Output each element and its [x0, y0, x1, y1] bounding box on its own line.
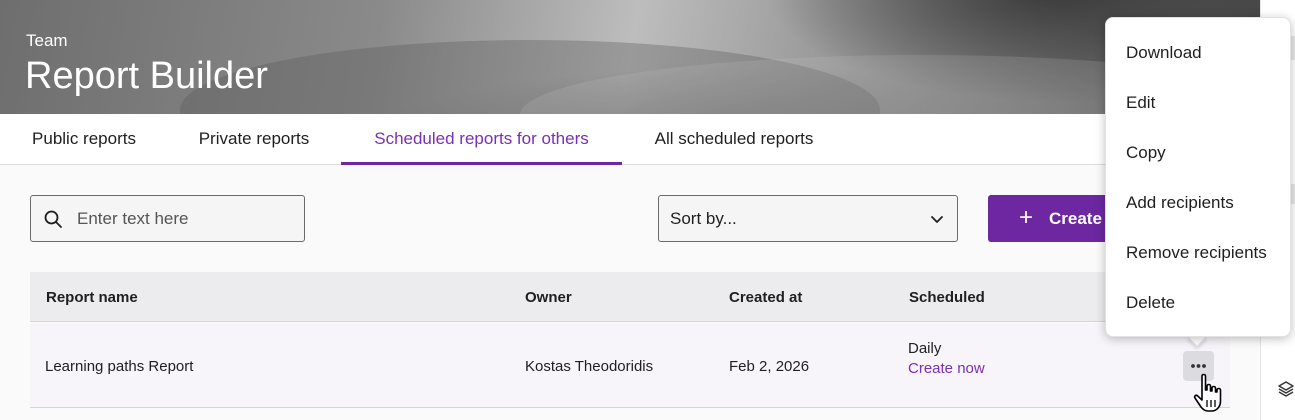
page-title: Report Builder: [25, 55, 268, 97]
column-header-created-at[interactable]: Created at: [729, 289, 802, 306]
column-header-scheduled[interactable]: Scheduled: [909, 289, 985, 306]
plus-icon: +: [1019, 204, 1034, 231]
cell-report-name: Learning paths Report: [45, 358, 194, 375]
table-row: Learning paths Report Kostas Theodoridis…: [30, 323, 1230, 408]
layers-icon[interactable]: [1277, 380, 1295, 398]
menu-item-copy[interactable]: Copy: [1126, 143, 1166, 163]
sort-select-value: Sort by...: [670, 209, 737, 228]
team-label: Team: [26, 31, 68, 50]
tab-private-reports[interactable]: Private reports: [183, 114, 325, 164]
menu-item-delete[interactable]: Delete: [1126, 293, 1175, 313]
menu-item-edit[interactable]: Edit: [1126, 93, 1155, 113]
column-header-owner[interactable]: Owner: [525, 289, 572, 306]
cell-scheduled: Daily: [908, 340, 942, 357]
actions-menu: Download Edit Copy Add recipients Remove…: [1105, 17, 1291, 337]
search-icon: [44, 210, 62, 228]
create-now-link[interactable]: Create now: [908, 360, 985, 377]
chevron-down-icon: [931, 216, 943, 223]
hand-pointer-cursor-icon: [1193, 373, 1222, 412]
tab-all-scheduled-reports[interactable]: All scheduled reports: [638, 114, 830, 164]
menu-item-download[interactable]: Download: [1126, 43, 1202, 63]
cell-owner: Kostas Theodoridis: [525, 358, 654, 375]
sort-select[interactable]: Sort by...: [658, 195, 958, 242]
tab-scheduled-reports-for-others[interactable]: Scheduled reports for others: [341, 114, 622, 165]
search-input[interactable]: [77, 204, 297, 234]
report-builder-page: Team Report Builder Public reports Priva…: [0, 0, 1260, 420]
cell-created-at: Feb 2, 2026: [729, 358, 810, 375]
page-header: Team Report Builder: [0, 0, 1260, 114]
report-tabs: Public reports Private reports Scheduled…: [0, 114, 1260, 165]
menu-item-add-recipients[interactable]: Add recipients: [1126, 193, 1234, 213]
table-header: Report name Owner Created at Scheduled: [30, 272, 1230, 322]
menu-item-remove-recipients[interactable]: Remove recipients: [1126, 243, 1267, 263]
create-button-label: Create: [1049, 209, 1102, 228]
search-field[interactable]: [30, 195, 305, 242]
column-header-report-name[interactable]: Report name: [46, 289, 138, 306]
tab-public-reports[interactable]: Public reports: [15, 114, 153, 164]
